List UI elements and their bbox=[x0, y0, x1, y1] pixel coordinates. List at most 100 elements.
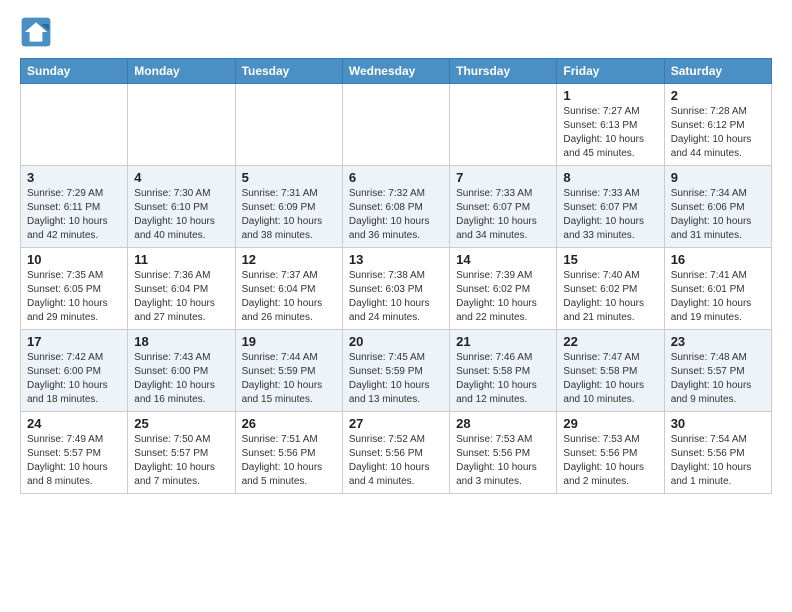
day-cell: 13 Sunrise: 7:38 AM Sunset: 6:03 PM Dayli… bbox=[342, 248, 449, 330]
day-number: 9 bbox=[671, 170, 765, 185]
day-number: 27 bbox=[349, 416, 443, 431]
day-info: Sunrise: 7:48 AM Sunset: 5:57 PM Dayligh… bbox=[671, 351, 765, 407]
week-row-3: 10 Sunrise: 7:35 AM Sunset: 6:05 PM Dayli… bbox=[21, 248, 772, 330]
day-info: Sunrise: 7:28 AM Sunset: 6:12 PM Dayligh… bbox=[671, 105, 765, 161]
day-number: 17 bbox=[27, 334, 121, 349]
day-number: 14 bbox=[456, 252, 550, 267]
day-info: Sunrise: 7:30 AM Sunset: 6:10 PM Dayligh… bbox=[134, 187, 228, 243]
day-info: Sunrise: 7:50 AM Sunset: 5:57 PM Dayligh… bbox=[134, 433, 228, 489]
day-cell: 29Sunrise: 7:53 AM Sunset: 5:56 PM Dayli… bbox=[557, 412, 664, 494]
day-info: Sunrise: 7:33 AM Sunset: 6:07 PM Dayligh… bbox=[456, 187, 550, 243]
day-cell: 3 Sunrise: 7:29 AM Sunset: 6:11 PM Daylig… bbox=[21, 166, 128, 248]
day-number: 30 bbox=[671, 416, 765, 431]
day-cell: 25 Sunrise: 7:50 AM Sunset: 5:57 PM Dayli… bbox=[128, 412, 235, 494]
day-cell: 17 Sunrise: 7:42 AM Sunset: 6:00 PM Dayli… bbox=[21, 330, 128, 412]
day-info: Sunrise: 7:31 AM Sunset: 6:09 PM Dayligh… bbox=[242, 187, 336, 243]
day-number: 26 bbox=[242, 416, 336, 431]
day-cell: 24 Sunrise: 7:49 AM Sunset: 5:57 PM Dayli… bbox=[21, 412, 128, 494]
day-cell: 5 Sunrise: 7:31 AM Sunset: 6:09 PM Daylig… bbox=[235, 166, 342, 248]
day-cell: 15 Sunrise: 7:40 AM Sunset: 6:02 PM Dayli… bbox=[557, 248, 664, 330]
day-info: Sunrise: 7:44 AM Sunset: 5:59 PM Dayligh… bbox=[242, 351, 336, 407]
day-cell bbox=[21, 84, 128, 166]
day-number: 7 bbox=[456, 170, 550, 185]
day-info: Sunrise: 7:33 AM Sunset: 6:07 PM Dayligh… bbox=[563, 187, 657, 243]
day-cell: 30 Sunrise: 7:54 AM Sunset: 5:56 PM Dayli… bbox=[664, 412, 771, 494]
day-info: Sunrise: 7:53 AM Sunset: 5:56 PM Dayligh… bbox=[563, 433, 657, 489]
day-cell: 19 Sunrise: 7:44 AM Sunset: 5:59 PM Dayli… bbox=[235, 330, 342, 412]
day-cell: 4 Sunrise: 7:30 AM Sunset: 6:10 PM Daylig… bbox=[128, 166, 235, 248]
day-number: 6 bbox=[349, 170, 443, 185]
page: SundayMondayTuesdayWednesdayThursdayFrid… bbox=[0, 0, 792, 510]
day-info: Sunrise: 7:46 AM Sunset: 5:58 PM Dayligh… bbox=[456, 351, 550, 407]
day-cell: 23 Sunrise: 7:48 AM Sunset: 5:57 PM Dayli… bbox=[664, 330, 771, 412]
day-number: 5 bbox=[242, 170, 336, 185]
day-number: 12 bbox=[242, 252, 336, 267]
day-number: 18 bbox=[134, 334, 228, 349]
header bbox=[20, 16, 772, 48]
day-info: Sunrise: 7:32 AM Sunset: 6:08 PM Dayligh… bbox=[349, 187, 443, 243]
week-row-4: 17 Sunrise: 7:42 AM Sunset: 6:00 PM Dayli… bbox=[21, 330, 772, 412]
day-cell: 10 Sunrise: 7:35 AM Sunset: 6:05 PM Dayli… bbox=[21, 248, 128, 330]
day-info: Sunrise: 7:49 AM Sunset: 5:57 PM Dayligh… bbox=[27, 433, 121, 489]
day-cell: 26 Sunrise: 7:51 AM Sunset: 5:56 PM Dayli… bbox=[235, 412, 342, 494]
day-info: Sunrise: 7:53 AM Sunset: 5:56 PM Dayligh… bbox=[456, 433, 550, 489]
day-number: 4 bbox=[134, 170, 228, 185]
day-number: 25 bbox=[134, 416, 228, 431]
day-info: Sunrise: 7:34 AM Sunset: 6:06 PM Dayligh… bbox=[671, 187, 765, 243]
col-header-saturday: Saturday bbox=[664, 59, 771, 84]
day-number: 13 bbox=[349, 252, 443, 267]
day-info: Sunrise: 7:27 AM Sunset: 6:13 PM Dayligh… bbox=[563, 105, 657, 161]
day-info: Sunrise: 7:40 AM Sunset: 6:02 PM Dayligh… bbox=[563, 269, 657, 325]
col-header-tuesday: Tuesday bbox=[235, 59, 342, 84]
col-header-sunday: Sunday bbox=[21, 59, 128, 84]
day-number: 23 bbox=[671, 334, 765, 349]
day-number: 19 bbox=[242, 334, 336, 349]
day-cell: 6 Sunrise: 7:32 AM Sunset: 6:08 PM Daylig… bbox=[342, 166, 449, 248]
day-info: Sunrise: 7:45 AM Sunset: 5:59 PM Dayligh… bbox=[349, 351, 443, 407]
day-cell: 22 Sunrise: 7:47 AM Sunset: 5:58 PM Dayli… bbox=[557, 330, 664, 412]
day-cell: 20 Sunrise: 7:45 AM Sunset: 5:59 PM Dayli… bbox=[342, 330, 449, 412]
calendar-table: SundayMondayTuesdayWednesdayThursdayFrid… bbox=[20, 58, 772, 494]
col-header-wednesday: Wednesday bbox=[342, 59, 449, 84]
day-number: 16 bbox=[671, 252, 765, 267]
day-number: 22 bbox=[563, 334, 657, 349]
day-cell: 18Sunrise: 7:43 AM Sunset: 6:00 PM Dayli… bbox=[128, 330, 235, 412]
day-cell bbox=[450, 84, 557, 166]
day-info: Sunrise: 7:38 AM Sunset: 6:03 PM Dayligh… bbox=[349, 269, 443, 325]
day-number: 8 bbox=[563, 170, 657, 185]
day-number: 21 bbox=[456, 334, 550, 349]
day-info: Sunrise: 7:39 AM Sunset: 6:02 PM Dayligh… bbox=[456, 269, 550, 325]
day-info: Sunrise: 7:54 AM Sunset: 5:56 PM Dayligh… bbox=[671, 433, 765, 489]
day-cell: 1Sunrise: 7:27 AM Sunset: 6:13 PM Daylig… bbox=[557, 84, 664, 166]
logo-icon bbox=[20, 16, 52, 48]
day-info: Sunrise: 7:42 AM Sunset: 6:00 PM Dayligh… bbox=[27, 351, 121, 407]
day-info: Sunrise: 7:29 AM Sunset: 6:11 PM Dayligh… bbox=[27, 187, 121, 243]
day-number: 20 bbox=[349, 334, 443, 349]
day-cell bbox=[342, 84, 449, 166]
day-cell: 27 Sunrise: 7:52 AM Sunset: 5:56 PM Dayli… bbox=[342, 412, 449, 494]
day-cell: 16Sunrise: 7:41 AM Sunset: 6:01 PM Dayli… bbox=[664, 248, 771, 330]
header-row: SundayMondayTuesdayWednesdayThursdayFrid… bbox=[21, 59, 772, 84]
day-number: 24 bbox=[27, 416, 121, 431]
day-cell: 12 Sunrise: 7:37 AM Sunset: 6:04 PM Dayli… bbox=[235, 248, 342, 330]
logo bbox=[20, 16, 56, 48]
day-cell: 28 Sunrise: 7:53 AM Sunset: 5:56 PM Dayli… bbox=[450, 412, 557, 494]
day-number: 3 bbox=[27, 170, 121, 185]
day-info: Sunrise: 7:37 AM Sunset: 6:04 PM Dayligh… bbox=[242, 269, 336, 325]
day-info: Sunrise: 7:51 AM Sunset: 5:56 PM Dayligh… bbox=[242, 433, 336, 489]
day-cell: 11Sunrise: 7:36 AM Sunset: 6:04 PM Dayli… bbox=[128, 248, 235, 330]
week-row-5: 24 Sunrise: 7:49 AM Sunset: 5:57 PM Dayli… bbox=[21, 412, 772, 494]
col-header-thursday: Thursday bbox=[450, 59, 557, 84]
day-info: Sunrise: 7:47 AM Sunset: 5:58 PM Dayligh… bbox=[563, 351, 657, 407]
day-cell: 8 Sunrise: 7:33 AM Sunset: 6:07 PM Daylig… bbox=[557, 166, 664, 248]
week-row-2: 3 Sunrise: 7:29 AM Sunset: 6:11 PM Daylig… bbox=[21, 166, 772, 248]
day-info: Sunrise: 7:35 AM Sunset: 6:05 PM Dayligh… bbox=[27, 269, 121, 325]
day-number: 28 bbox=[456, 416, 550, 431]
day-info: Sunrise: 7:52 AM Sunset: 5:56 PM Dayligh… bbox=[349, 433, 443, 489]
day-cell: 9 Sunrise: 7:34 AM Sunset: 6:06 PM Daylig… bbox=[664, 166, 771, 248]
day-number: 10 bbox=[27, 252, 121, 267]
day-number: 15 bbox=[563, 252, 657, 267]
col-header-monday: Monday bbox=[128, 59, 235, 84]
col-header-friday: Friday bbox=[557, 59, 664, 84]
day-number: 2 bbox=[671, 88, 765, 103]
